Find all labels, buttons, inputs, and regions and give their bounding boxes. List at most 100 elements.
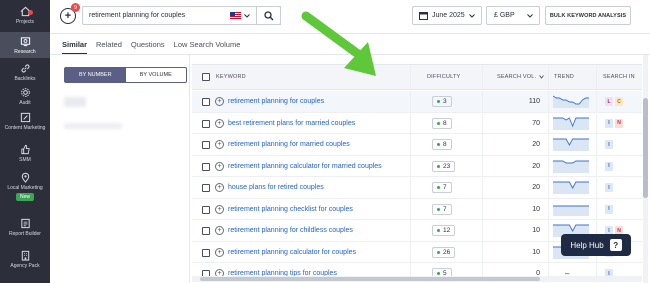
difficulty-badge: 3 <box>432 96 452 107</box>
difficulty-dot-icon <box>437 143 440 146</box>
table-row[interactable]: + best retirement plans for married coupl… <box>192 112 642 134</box>
row-checkbox[interactable] <box>202 98 210 106</box>
row-checkbox[interactable] <box>202 205 210 214</box>
keyword-link[interactable]: best retirement plans for married couple… <box>228 120 355 127</box>
intent-badge: N <box>615 118 623 128</box>
by-volume-button[interactable]: BY VOLUME <box>126 68 187 82</box>
column-divider <box>482 112 483 133</box>
search-button[interactable] <box>257 6 281 25</box>
sidebar-item-smm[interactable]: SMM <box>0 144 50 164</box>
sidebar-item-label: Agency Pack <box>10 263 40 269</box>
keyword-link[interactable]: retirement planning calculator for coupl… <box>228 249 356 256</box>
intent-badge: C <box>615 97 623 106</box>
search-volume-value: 20 <box>532 162 540 170</box>
table-row[interactable]: + retirement planning calculator for marr… <box>192 155 642 177</box>
bulk-keyword-analysis-button[interactable]: BULK KEYWORD ANALYSIS <box>545 6 631 25</box>
currency-select[interactable]: £ GBP <box>486 6 540 25</box>
column-divider <box>410 65 411 89</box>
tab-questions[interactable]: Questions <box>131 40 165 55</box>
column-divider <box>482 198 483 219</box>
sort-down-icon <box>539 75 544 79</box>
sort-toggle: BY NUMBER BY VOLUME <box>64 67 187 83</box>
sidebar-item-content-marketing[interactable]: Content Marketing <box>0 112 50 138</box>
keyword-link[interactable]: retirement planning checklist for couple… <box>228 206 353 213</box>
column-divider <box>482 177 483 198</box>
trend-sparkline <box>553 138 589 151</box>
sidebar-item-audit[interactable]: Audit <box>0 87 50 107</box>
column-divider <box>482 134 483 155</box>
table-row[interactable]: + house plans for retired couples 7 20 I <box>192 177 642 199</box>
sidebar-item-local-marketing[interactable]: Local Marketing New <box>0 172 50 210</box>
currency-value: £ GBP <box>494 12 515 19</box>
keyword-link[interactable]: retirement planning calculator for marri… <box>228 163 382 170</box>
add-keyword-icon[interactable]: + <box>215 97 224 106</box>
report-icon <box>20 218 30 229</box>
vertical-scrollbar-thumb[interactable] <box>643 98 648 198</box>
column-divider <box>482 220 483 241</box>
column-divider <box>410 177 411 198</box>
column-divider <box>482 155 483 176</box>
column-divider <box>548 198 549 219</box>
add-keyword-icon[interactable]: + <box>215 183 224 192</box>
row-checkbox[interactable] <box>202 184 210 192</box>
header-trend[interactable]: TREND <box>554 74 574 80</box>
search-volume-value: 20 <box>532 141 540 148</box>
help-hub-button[interactable]: Help Hub ? <box>561 234 631 256</box>
sidebar-item-projects[interactable]: Projects <box>0 6 50 28</box>
sidebar-item-label: Research <box>14 49 36 55</box>
keyword-link[interactable]: house plans for retired couples <box>228 184 324 191</box>
header-search-volume[interactable]: SEARCH VOL. <box>497 74 536 80</box>
difficulty-dot-icon <box>437 250 440 254</box>
table-row[interactable]: + retirement planning checklist for coupl… <box>192 198 642 220</box>
sidebar-item-report-builder[interactable]: Report Builder <box>0 218 50 244</box>
date-select[interactable]: June 2025 <box>412 6 482 25</box>
keyword-link[interactable]: retirement planning for couples <box>228 98 324 105</box>
keyword-link[interactable]: retirement planning for childless couple… <box>228 227 353 234</box>
row-checkbox[interactable] <box>202 162 210 171</box>
difficulty-value: 3 <box>443 98 447 105</box>
row-checkbox[interactable] <box>202 141 210 149</box>
add-keyword-icon[interactable]: + <box>215 161 224 171</box>
row-checkbox[interactable] <box>202 248 210 257</box>
table-row[interactable]: + retirement planning for married couples… <box>192 134 642 156</box>
header-search-intent[interactable]: SEARCH IN <box>603 74 635 80</box>
sidebar-item-agency-pack[interactable]: Agency Pack <box>0 250 50 280</box>
country-select[interactable] <box>224 6 257 25</box>
chevron-down-icon <box>527 13 533 18</box>
sidebar-item-research[interactable]: Research <box>0 32 50 58</box>
add-keyword-icon[interactable]: + <box>215 118 224 128</box>
row-checkbox[interactable] <box>202 119 210 128</box>
add-keyword-icon[interactable]: + <box>215 140 224 149</box>
trend-sparkline <box>553 160 589 173</box>
trend-area <box>553 139 589 151</box>
search-volume-value: 10 <box>532 248 540 256</box>
tab-low-search-volume[interactable]: Low Search Volume <box>174 40 241 55</box>
difficulty-value: 23 <box>443 162 451 170</box>
select-all-checkbox[interactable] <box>202 73 210 81</box>
search-volume-value: 10 <box>532 205 540 213</box>
column-divider <box>596 198 597 219</box>
search-volume-value: 70 <box>532 119 540 127</box>
sidebar: Projects Research Backlinks Audit Conten… <box>0 0 50 283</box>
add-keyword-icon[interactable]: + <box>215 226 224 235</box>
sidebar-item-backlinks[interactable]: Backlinks <box>0 63 50 83</box>
header-keyword[interactable]: KEYWORD <box>216 74 246 80</box>
table-row[interactable]: + retirement planning for couples 3 110 L C <box>192 91 642 113</box>
keyword-link[interactable]: retirement planning for married couples <box>228 141 350 148</box>
chevron-down-icon <box>468 13 475 18</box>
trend-sparkline <box>553 181 589 194</box>
horizontal-scrollbar-thumb[interactable] <box>200 277 540 281</box>
header-difficulty[interactable]: DIFFICULTY <box>427 74 460 80</box>
intent-badge: I <box>605 183 613 192</box>
by-number-button[interactable]: BY NUMBER <box>65 68 126 82</box>
trend-area <box>553 205 589 216</box>
search-volume-value: 110 <box>528 98 540 105</box>
add-keyword-icon[interactable]: + <box>215 247 224 257</box>
add-keyword-icon[interactable]: + <box>215 204 224 214</box>
difficulty-dot-icon <box>437 164 440 168</box>
tab-similar[interactable]: Similar <box>62 40 88 55</box>
tab-related[interactable]: Related <box>96 40 122 55</box>
difficulty-badge: 26 <box>432 246 456 258</box>
research-icon <box>20 37 30 47</box>
row-checkbox[interactable] <box>202 227 210 235</box>
